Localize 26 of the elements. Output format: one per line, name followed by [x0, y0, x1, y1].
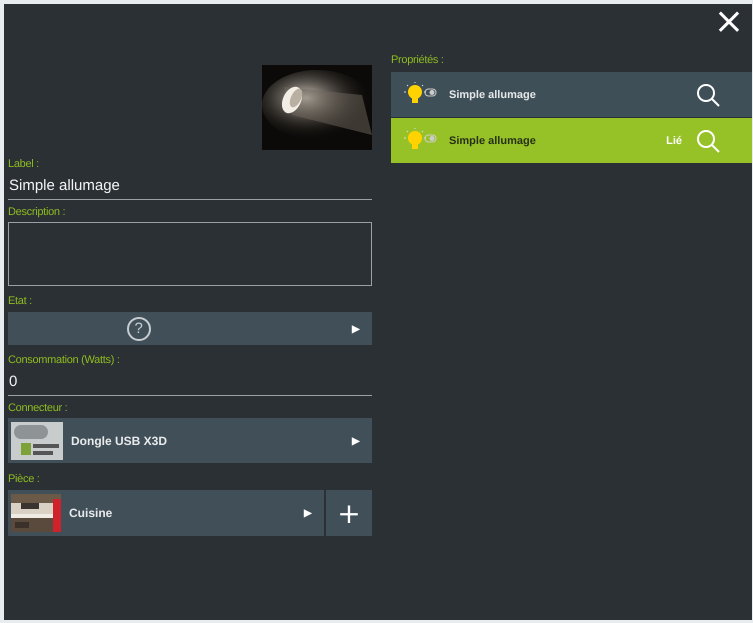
room-selector[interactable]: Cuisine ▶	[8, 490, 324, 536]
description-field[interactable]	[8, 222, 372, 286]
field-caption: Consommation (Watts) :	[8, 354, 120, 366]
play-arrow: ▶	[352, 322, 360, 334]
property-label: Simple allumage	[449, 88, 536, 100]
connector-selector[interactable]: Dongle USB X3D ▶	[8, 418, 372, 463]
field-caption: Pièce :	[8, 473, 40, 485]
search-icon[interactable]	[696, 82, 720, 106]
section-caption: Propriétés :	[391, 54, 444, 66]
field-caption: Label :	[8, 158, 39, 170]
close-button[interactable]: ×	[710, 4, 748, 40]
field-caption: Etat :	[8, 295, 32, 307]
help-icon: ?	[126, 316, 151, 340]
add-button[interactable]: +	[326, 490, 372, 536]
label-field[interactable]: Simple allumage	[8, 174, 372, 200]
consumption-field[interactable]: 0	[8, 370, 372, 396]
property-item[interactable]: Simple allumage Lié	[391, 118, 752, 164]
linked-status: Lié	[666, 134, 682, 146]
play-arrow: ▶	[352, 434, 360, 446]
field-caption: Connecteur :	[8, 402, 68, 414]
usb-logo	[11, 422, 63, 460]
play-arrow: ▶	[304, 507, 312, 519]
state-selector[interactable]: ? ▶	[8, 312, 372, 345]
property-item[interactable]: Simple allumage	[391, 72, 752, 118]
property-label: Simple allumage	[449, 134, 536, 146]
field-caption: Description :	[8, 206, 66, 218]
